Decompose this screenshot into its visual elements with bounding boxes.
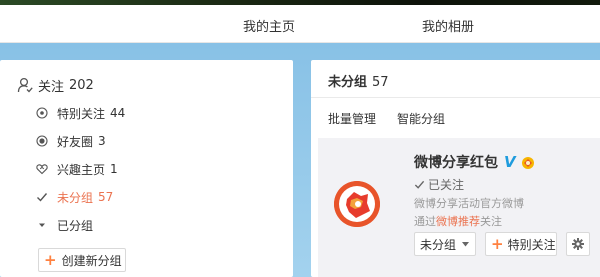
settings-button[interactable] xyxy=(566,232,590,256)
special-follow-button[interactable]: + 特别关注 xyxy=(485,232,557,256)
sidebar-item-label: 特别关注 xyxy=(57,106,106,121)
create-group-button[interactable]: + 创建新分组 xyxy=(38,248,126,272)
sidebar-item-count: 1 xyxy=(110,162,118,176)
tab-batch-manage[interactable]: 批量管理 xyxy=(328,110,376,127)
caret-down-icon xyxy=(462,241,470,246)
avatar[interactable] xyxy=(334,181,380,227)
sidebar-item-ungrouped[interactable]: 未分组 57 xyxy=(36,188,113,206)
sidebar-item-interest-page[interactable]: 兴趣主页 1 xyxy=(36,160,118,178)
group-count: 57 xyxy=(372,75,389,90)
sidebar-item-count: 44 xyxy=(110,106,126,120)
nav-my-homepage[interactable]: 我的主页 xyxy=(243,16,295,35)
group-dropdown-label: 未分组 xyxy=(420,237,457,252)
user-description: 微博分享活动官方微博 xyxy=(414,197,524,210)
user-name-text: 微博分享红包 xyxy=(414,155,498,171)
medal-icon xyxy=(521,157,534,169)
plus-icon: + xyxy=(491,234,504,253)
via-prefix: 通过 xyxy=(414,215,436,228)
follow-source: 通过微博推荐关注 xyxy=(414,213,502,229)
sidebar-item-label: 未分组 xyxy=(57,190,94,205)
sidebar-item-label: 好友圈 xyxy=(57,134,94,149)
tab-smart-group[interactable]: 智能分组 xyxy=(397,110,445,127)
followed-status: 已关注 xyxy=(414,176,464,193)
followed-label: 已关注 xyxy=(428,178,465,192)
red-envelope-logo-icon xyxy=(334,181,380,227)
sidebar-item-label: 兴趣主页 xyxy=(57,162,106,177)
follow-label: 关注 xyxy=(38,79,65,95)
check-icon xyxy=(37,193,48,202)
group-title: 未分组 xyxy=(328,75,368,90)
user-follow-icon xyxy=(17,77,33,93)
eye-circle-icon xyxy=(36,107,48,119)
sidebar-item-count: 3 xyxy=(98,134,106,148)
follow-list-panel: 未分组 57 批量管理 智能分组 微博分享红包 V 已关注 微博分享活动官方微博… xyxy=(311,60,600,277)
weibo-recommend-link[interactable]: 微博推荐 xyxy=(436,215,480,228)
via-suffix: 关注 xyxy=(480,215,502,228)
verified-badge-icon: V xyxy=(504,153,516,171)
profile-nav-bar: 我的主页 我的相册 xyxy=(0,5,600,43)
gear-icon xyxy=(572,238,584,250)
plus-icon: + xyxy=(44,250,57,269)
user-card: 微博分享红包 V 已关注 微博分享活动官方微博 通过微博推荐关注 未分组 + 特… xyxy=(318,138,600,277)
special-follow-label: 特别关注 xyxy=(507,237,556,252)
sidebar-item-count: 57 xyxy=(98,190,114,204)
weibo-follow-page: 我的主页 我的相册 关注 202 特别关注 44 好友圈 3 兴趣主页 1 未分… xyxy=(0,0,600,277)
user-name[interactable]: 微博分享红包 V xyxy=(414,152,536,172)
sidebar-item-special-follow[interactable]: 特别关注 44 xyxy=(36,104,125,122)
create-group-label: 创建新分组 xyxy=(61,253,122,268)
triangle-down-icon xyxy=(39,223,45,227)
nav-my-album[interactable]: 我的相册 xyxy=(422,16,474,35)
page-title: 未分组 57 xyxy=(328,71,389,90)
follow-groups-sidebar: 关注 202 特别关注 44 好友圈 3 兴趣主页 1 未分组 57 已分组 +… xyxy=(0,60,293,277)
sidebar-item-grouped[interactable]: 已分组 xyxy=(36,216,93,234)
follow-header[interactable]: 关注 202 xyxy=(17,76,94,95)
sidebar-item-friend-circle[interactable]: 好友圈 3 xyxy=(36,132,106,150)
check-icon xyxy=(414,180,425,189)
friend-circle-icon xyxy=(36,135,48,147)
follow-count: 202 xyxy=(69,77,94,93)
panel-header: 未分组 57 xyxy=(311,60,600,98)
heart-icon xyxy=(36,164,48,175)
set-group-dropdown[interactable]: 未分组 xyxy=(414,232,476,256)
sidebar-item-label: 已分组 xyxy=(57,218,94,233)
